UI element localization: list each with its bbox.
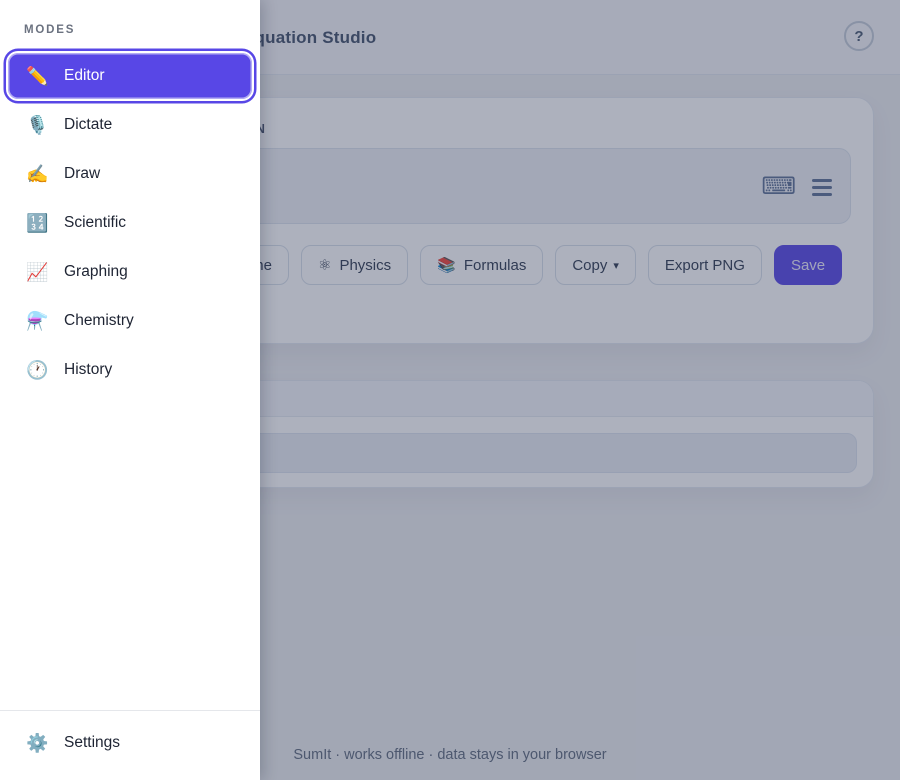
mode-item-draw[interactable]: ✍️ Draw bbox=[8, 151, 252, 197]
writing-hand-icon: ✍️ bbox=[26, 165, 48, 183]
drawer-footer: ⚙️ Settings bbox=[0, 710, 260, 780]
chart-icon: 📈 bbox=[26, 263, 48, 281]
modes-drawer: MODES ✏️ Editor 🎙️ Dictate ✍️ Draw 🔢 Sci… bbox=[0, 0, 260, 780]
settings-label: Settings bbox=[64, 734, 120, 752]
gear-icon: ⚙️ bbox=[26, 734, 48, 752]
mode-item-editor[interactable]: ✏️ Editor bbox=[8, 53, 252, 99]
clock-icon: 🕐 bbox=[26, 361, 48, 379]
alembic-icon: ⚗️ bbox=[26, 312, 48, 330]
mode-item-label: Graphing bbox=[64, 263, 128, 281]
mode-item-label: Draw bbox=[64, 165, 100, 183]
drawer-title: MODES bbox=[24, 24, 260, 36]
mode-item-label: History bbox=[64, 361, 112, 379]
mode-item-label: Dictate bbox=[64, 116, 112, 134]
numbers-icon: 🔢 bbox=[26, 214, 48, 232]
mode-item-chemistry[interactable]: ⚗️ Chemistry bbox=[8, 298, 252, 344]
mode-item-history[interactable]: 🕐 History bbox=[8, 347, 252, 393]
mode-item-label: Editor bbox=[64, 67, 105, 85]
settings-item[interactable]: ⚙️ Settings bbox=[8, 720, 252, 766]
microphone-icon: 🎙️ bbox=[26, 116, 48, 134]
mode-list: ✏️ Editor 🎙️ Dictate ✍️ Draw 🔢 Scientifi… bbox=[0, 53, 260, 393]
mode-item-graphing[interactable]: 📈 Graphing bbox=[8, 249, 252, 295]
mode-item-label: Scientific bbox=[64, 214, 126, 232]
mode-item-dictate[interactable]: 🎙️ Dictate bbox=[8, 102, 252, 148]
mode-item-label: Chemistry bbox=[64, 312, 134, 330]
pencil-icon: ✏️ bbox=[26, 67, 48, 85]
mode-item-scientific[interactable]: 🔢 Scientific bbox=[8, 200, 252, 246]
